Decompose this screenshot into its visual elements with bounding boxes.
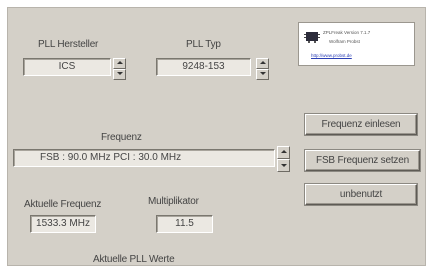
- pll-hersteller-label: PLL Hersteller: [38, 39, 99, 50]
- spin-down-button[interactable]: [256, 69, 269, 80]
- pll-typ-label: PLL Typ: [186, 39, 221, 50]
- spin-up-button[interactable]: [113, 58, 126, 69]
- pll-hersteller-spinner[interactable]: [113, 58, 126, 80]
- spin-up-button[interactable]: [256, 58, 269, 69]
- arrow-down-icon: [117, 72, 123, 75]
- spin-up-button[interactable]: [277, 146, 290, 159]
- aktuelle-pll-werte-label: Aktuelle PLL Werte: [93, 254, 175, 265]
- aktuelle-frequenz-field: 1533.3 MHz: [30, 215, 96, 233]
- unbenutzt-button[interactable]: unbenutzt: [305, 184, 417, 205]
- aktuelle-frequenz-label: Aktuelle Frequenz: [24, 199, 102, 210]
- arrow-up-icon: [281, 150, 287, 153]
- multiplikator-field: 11.5: [156, 215, 213, 233]
- spin-down-button[interactable]: [277, 159, 290, 172]
- pll-typ-field[interactable]: 9248-153: [156, 58, 251, 76]
- about-box: ZPLFreak Version 7.1.7 Wolfram Probst ht…: [298, 22, 415, 66]
- frequenz-label: Frequenz: [101, 132, 142, 143]
- frequenz-field[interactable]: FSB : 90.0 MHz PCI : 30.0 MHz: [13, 149, 275, 167]
- arrow-up-icon: [117, 61, 123, 64]
- version-text: ZPLFreak Version 7.1.7: [323, 30, 371, 35]
- fsb-frequenz-setzen-button[interactable]: FSB Frequenz setzen: [305, 150, 420, 171]
- multiplikator-label: Multiplikator: [148, 196, 199, 207]
- spin-down-button[interactable]: [113, 69, 126, 80]
- frequenz-spinner[interactable]: [277, 146, 290, 172]
- frequenz-einlesen-button[interactable]: Frequenz einlesen: [305, 114, 417, 135]
- pll-typ-spinner[interactable]: [256, 58, 269, 80]
- arrow-up-icon: [260, 61, 266, 64]
- main-window: PLL Hersteller ICS PLL Typ 9248-153 ZPLF…: [7, 7, 426, 266]
- chip-logo-icon: [304, 32, 320, 43]
- homepage-link[interactable]: http://www.probst.de: [311, 53, 352, 58]
- author-text: Wolfram Probst: [329, 39, 360, 44]
- pll-hersteller-field[interactable]: ICS: [23, 58, 111, 76]
- arrow-down-icon: [260, 72, 266, 75]
- arrow-down-icon: [281, 164, 287, 167]
